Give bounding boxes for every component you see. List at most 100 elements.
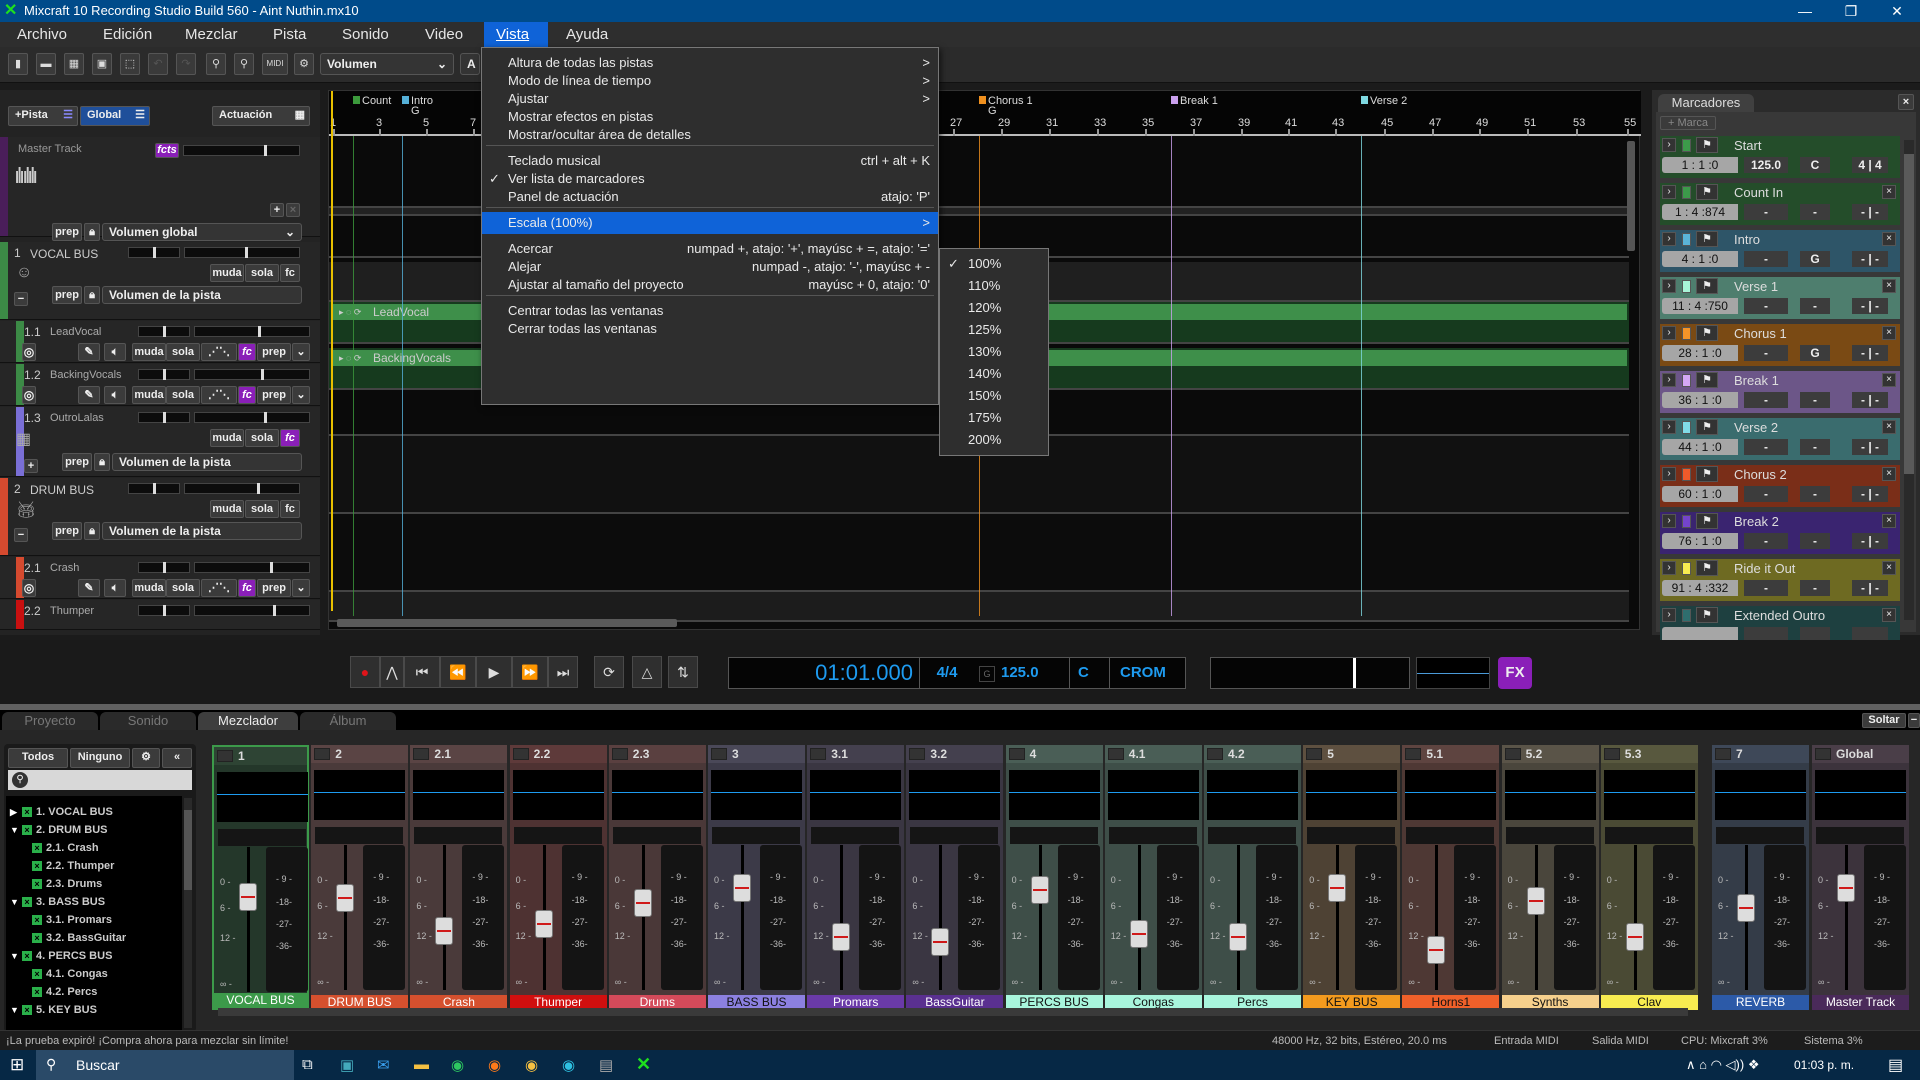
stereo-link-icon[interactable] (1008, 748, 1025, 760)
flag-icon[interactable]: ⚑ (1696, 325, 1718, 341)
whatsapp-icon[interactable]: ◉ (451, 1056, 464, 1074)
visibility-checkbox[interactable]: × (32, 879, 42, 889)
mute-button[interactable]: muda (210, 429, 244, 447)
flag-icon[interactable]: ⚑ (1696, 184, 1718, 200)
marker-row[interactable]: › ⚑ Chorus 1 × 28 : 1 :0- G - | - (1660, 324, 1900, 366)
pan-knob[interactable] (1505, 827, 1594, 844)
track-name[interactable]: Crash (50, 562, 79, 574)
tree-item[interactable]: × 2.2. Thumper (32, 860, 114, 872)
playhead[interactable] (331, 91, 333, 611)
stereo-link-icon[interactable] (217, 750, 233, 762)
tab-mezclador[interactable]: Mezclador (198, 712, 298, 730)
scale-option[interactable]: 140% (940, 363, 1048, 385)
tree-item[interactable]: × 2.1. Crash (32, 842, 99, 854)
marker-name[interactable]: Intro (1734, 232, 1760, 247)
store-icon[interactable]: ▣ (340, 1056, 354, 1074)
edge-icon[interactable]: ◉ (562, 1056, 575, 1074)
tree-item[interactable]: × 3.1. Promars (32, 914, 112, 926)
fx-button[interactable]: fc (238, 386, 256, 404)
go-end-button[interactable]: ⏭ (548, 656, 578, 688)
timeline-hscroll[interactable] (337, 619, 677, 627)
track-row[interactable]: 2.1 Crash ◎ ✎ 🔈︎ muda sola ⋰⋱ fc prep ⌄ (0, 557, 320, 599)
delete-marker-icon[interactable]: × (1882, 420, 1896, 434)
marker-key[interactable]: - (1800, 486, 1830, 502)
tree-item[interactable]: ▶ × 1. VOCAL BUS (10, 806, 113, 818)
windows-start-icon[interactable]: ⊞ (10, 1055, 24, 1075)
collapse-button[interactable]: − (14, 528, 28, 542)
tree-item[interactable]: ▼ × 3. BASS BUS (10, 896, 105, 908)
performance-button[interactable]: Actuación ▦ (212, 106, 310, 126)
fx-button[interactable]: fc (280, 264, 300, 282)
go-start-button[interactable]: ⏮ (404, 656, 440, 688)
minimize-button[interactable]: — (1782, 0, 1828, 22)
mixcraft-taskbar-icon[interactable]: ✕ (636, 1054, 651, 1075)
prep-button[interactable]: prep (52, 522, 82, 540)
tree-scrollbar[interactable] (184, 798, 192, 1028)
marker-position[interactable]: 60 : 1 :0 (1662, 486, 1738, 502)
stereo-link-icon[interactable] (1107, 748, 1124, 760)
lock-icon[interactable]: 🔒︎ (94, 453, 110, 471)
expand-chevron-icon[interactable]: › (1662, 138, 1676, 152)
flag-icon[interactable]: ⚑ (1696, 560, 1718, 576)
marker-key[interactable]: - (1800, 392, 1830, 408)
marker-key[interactable]: G (1800, 251, 1830, 267)
marker-name[interactable]: Extended Outro (1734, 608, 1825, 623)
new-file-icon[interactable]: ▮ (8, 53, 28, 75)
edit-pencil-icon[interactable]: ✎ (78, 579, 100, 597)
volume-fader[interactable] (239, 883, 257, 912)
volume-fader[interactable] (733, 873, 751, 902)
flag-icon[interactable]: ⚑ (1696, 513, 1718, 529)
volume-fader[interactable] (1737, 894, 1755, 923)
solo-button[interactable]: sola (166, 579, 200, 597)
edit-pencil-icon[interactable]: ✎ (78, 343, 100, 361)
release-button[interactable]: Soltar (1862, 713, 1906, 728)
channel-eq-display[interactable] (1008, 770, 1100, 820)
settings-gear-icon[interactable]: ⚙ (294, 53, 314, 75)
delete-marker-icon[interactable]: × (1882, 608, 1896, 622)
channel-eq-display[interactable] (1107, 770, 1199, 820)
pan-knob[interactable] (910, 827, 999, 844)
save-icon[interactable]: ▣ (92, 53, 112, 75)
volume-fader[interactable] (1328, 873, 1347, 902)
restore-button[interactable]: ❐ (1828, 0, 1874, 22)
tree-item[interactable]: ▼ × 2. DRUM BUS (10, 824, 108, 836)
marker-signature[interactable]: - | - (1852, 251, 1888, 267)
track-row[interactable]: 2 DRUM BUS 🥁︎ muda sola fc − prep 🔒︎ Volumen de l… (0, 478, 320, 556)
pan-knob[interactable] (315, 827, 404, 844)
solo-button[interactable]: sola (166, 343, 200, 361)
expand-button[interactable]: + (24, 459, 38, 473)
channel-eq-display[interactable] (1715, 770, 1806, 820)
tab-proyecto[interactable]: Proyecto (2, 712, 98, 730)
speaker-icon[interactable]: ◎ (22, 386, 36, 404)
flag-icon[interactable]: ⚑ (1696, 372, 1718, 388)
rewind-button[interactable]: ⏪ (440, 656, 476, 688)
zoom-out-icon[interactable]: ⚲ (234, 53, 254, 75)
track-name[interactable]: OutroLalas (50, 412, 104, 424)
stereo-link-icon[interactable] (1207, 748, 1223, 760)
marker-key[interactable]: C (1800, 157, 1830, 173)
key-value[interactable]: C (1069, 658, 1109, 688)
track-row[interactable]: 1.2 BackingVocals ◎ ✎ 🔈︎ muda sola ⋰⋱ fc prep ⌄ (0, 364, 320, 406)
markers-tab[interactable]: Marcadores (1658, 94, 1754, 112)
prep-button[interactable]: prep (257, 386, 291, 404)
markers-scrollbar[interactable] (1904, 140, 1914, 620)
pan-knob[interactable] (1108, 827, 1197, 844)
channel-eq-display[interactable] (1306, 770, 1398, 820)
track-row[interactable]: 1 VOCAL BUS ☺ muda sola fc − prep 🔒︎ Volumen de l… (0, 242, 320, 320)
marker-key[interactable]: G (1800, 345, 1830, 361)
scale-option[interactable]: 110% (940, 275, 1048, 297)
taskbar-search[interactable]: ⚲ Buscar (36, 1050, 294, 1080)
expand-chevron-icon[interactable]: › (1662, 608, 1676, 622)
metronome-icon[interactable]: △ (632, 656, 662, 688)
marker-row[interactable]: › ⚑ Count In × 1 : 4 :874- - - | - (1660, 183, 1900, 225)
chrome-icon[interactable]: ◉ (525, 1056, 538, 1074)
volume-fader[interactable] (931, 928, 950, 957)
minimize-panel-button[interactable]: − (1908, 713, 1920, 728)
marker-position[interactable]: 76 : 1 :0 (1662, 533, 1738, 549)
marker-row[interactable]: › ⚑ Ride it Out × 91 : 4 :332- - - | - (1660, 559, 1900, 601)
automation-icon[interactable]: ⋰⋱ (201, 343, 237, 361)
marker-signature[interactable]: - | - (1852, 204, 1888, 220)
marker-color-swatch[interactable] (1682, 233, 1691, 246)
pan-knob[interactable] (712, 827, 800, 844)
visibility-checkbox[interactable]: × (22, 897, 32, 907)
